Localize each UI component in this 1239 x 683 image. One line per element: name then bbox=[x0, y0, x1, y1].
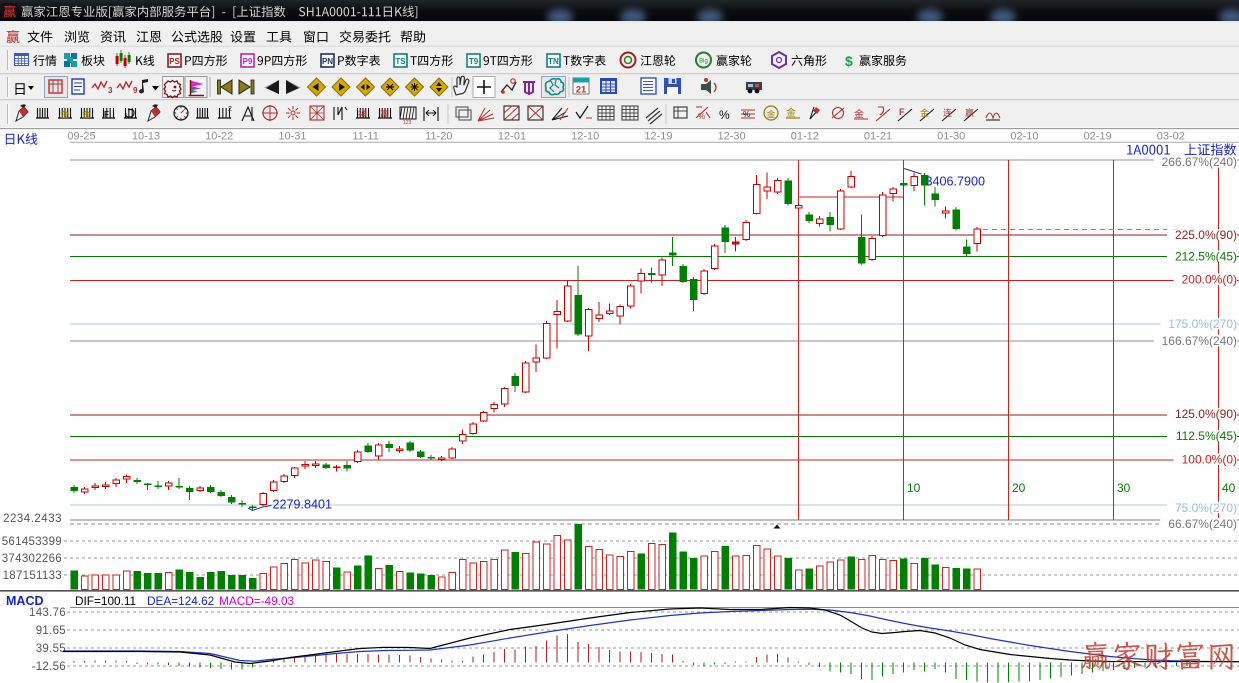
svg-text:2279.8401: 2279.8401 bbox=[273, 498, 333, 512]
svg-text:01-30: 01-30 bbox=[937, 131, 965, 143]
svg-text:2234.2433: 2234.2433 bbox=[3, 513, 62, 525]
svg-text:11-20: 11-20 bbox=[425, 131, 452, 143]
svg-text:02-19: 02-19 bbox=[1084, 131, 1112, 143]
svg-text:100.0%(0): 100.0%(0) bbox=[1182, 453, 1237, 467]
svg-text:DEA=124.62: DEA=124.62 bbox=[147, 594, 214, 608]
svg-text:12-19: 12-19 bbox=[644, 131, 672, 143]
svg-text:P9: P9 bbox=[243, 57, 253, 66]
svg-text:30: 30 bbox=[1117, 481, 1131, 495]
svg-text:T9: T9 bbox=[469, 57, 479, 66]
svg-text:12-30: 12-30 bbox=[718, 131, 746, 143]
svg-text:112.5%(45): 112.5%(45) bbox=[1176, 429, 1237, 443]
svg-text:166.67%(240): 166.67%(240) bbox=[1162, 334, 1237, 348]
svg-text:MACD: MACD bbox=[6, 594, 44, 608]
svg-text:3406.7900: 3406.7900 bbox=[926, 175, 986, 189]
svg-text:66.67%(240): 66.67%(240) bbox=[1168, 517, 1237, 531]
svg-text:MACD=-49.03: MACD=-49.03 bbox=[219, 594, 295, 608]
svg-text:374302266: 374302266 bbox=[2, 553, 62, 565]
svg-text:-12.56: -12.56 bbox=[32, 661, 66, 673]
svg-text:01-12: 01-12 bbox=[791, 131, 819, 143]
svg-text:10-31: 10-31 bbox=[278, 131, 306, 143]
svg-text:F: F bbox=[104, 110, 109, 119]
svg-text:40: 40 bbox=[1222, 481, 1236, 495]
svg-text:200.0%(0): 200.0%(0) bbox=[1182, 273, 1237, 287]
svg-text:Big: Big bbox=[699, 59, 708, 65]
svg-text:175.0%(270): 175.0%(270) bbox=[1168, 317, 1237, 331]
svg-text:20: 20 bbox=[1012, 481, 1026, 495]
svg-text:225.0%(90): 225.0%(90) bbox=[1175, 228, 1237, 242]
svg-text:$: $ bbox=[845, 53, 853, 69]
svg-text:12-01: 12-01 bbox=[498, 131, 526, 143]
svg-text:9: 9 bbox=[133, 86, 138, 95]
svg-text:11-11: 11-11 bbox=[352, 131, 379, 143]
svg-text:%: % bbox=[743, 110, 750, 119]
svg-text:10: 10 bbox=[907, 481, 921, 495]
svg-text:39.55: 39.55 bbox=[36, 643, 66, 655]
svg-text:02-10: 02-10 bbox=[1010, 131, 1038, 143]
svg-text:10-22: 10-22 bbox=[205, 131, 233, 143]
svg-text:12-10: 12-10 bbox=[571, 131, 599, 143]
svg-text:266.67%(240): 266.67%(240) bbox=[1162, 155, 1237, 169]
svg-text:75.0%(270): 75.0%(270) bbox=[1175, 501, 1237, 515]
svg-text:3: 3 bbox=[108, 86, 113, 95]
svg-text:TS: TS bbox=[395, 57, 406, 66]
svg-text:01-21: 01-21 bbox=[864, 131, 892, 143]
svg-text:09-25: 09-25 bbox=[67, 131, 95, 143]
svg-text:TN: TN bbox=[548, 57, 559, 66]
svg-text:10-13: 10-13 bbox=[132, 131, 160, 143]
svg-text:PS: PS bbox=[169, 57, 180, 66]
svg-text:%: % bbox=[719, 108, 730, 122]
svg-text:125.0%(90): 125.0%(90) bbox=[1175, 407, 1237, 421]
svg-text:91.65: 91.65 bbox=[36, 625, 66, 637]
svg-text:PN: PN bbox=[322, 57, 333, 66]
svg-text:%: % bbox=[698, 112, 705, 121]
svg-text:123: 123 bbox=[403, 120, 412, 126]
svg-text:DIF=100.11: DIF=100.11 bbox=[75, 594, 136, 608]
svg-text:21: 21 bbox=[576, 85, 587, 96]
svg-text:143.76: 143.76 bbox=[29, 607, 66, 619]
svg-text:2: 2 bbox=[228, 106, 232, 113]
svg-text:03-02: 03-02 bbox=[1157, 131, 1185, 143]
svg-text:187151133: 187151133 bbox=[3, 570, 62, 582]
svg-text:561453399: 561453399 bbox=[2, 536, 62, 548]
svg-text:F: F bbox=[899, 107, 905, 117]
svg-text:212.5%(45): 212.5%(45) bbox=[1175, 250, 1237, 264]
